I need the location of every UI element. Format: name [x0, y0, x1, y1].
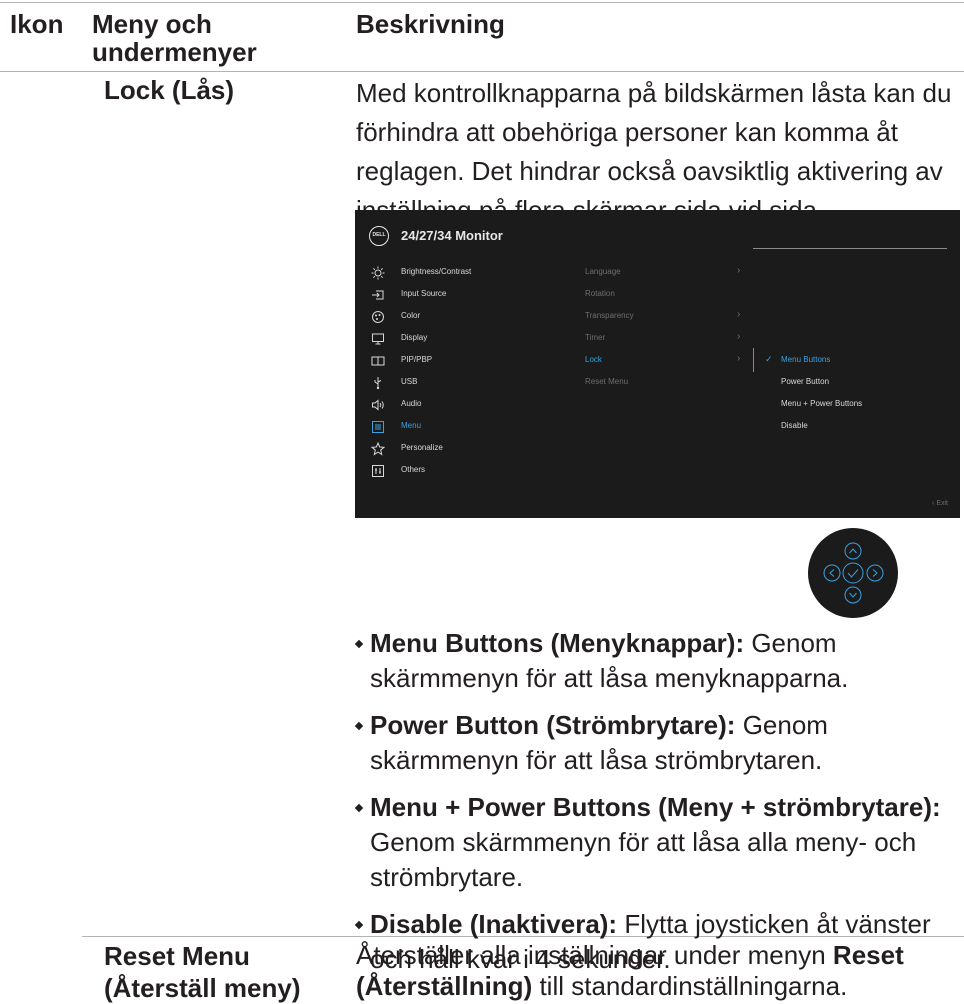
osd-main-item[interactable]: Personalize	[355, 440, 595, 462]
osd-main-label: Input Source	[401, 289, 447, 298]
osd-title: 24/27/34 Monitor	[401, 228, 503, 243]
osd-sub-item[interactable]: Transparency ›	[585, 308, 745, 330]
osd-sub-item[interactable]: Language ›	[585, 264, 745, 286]
osd-main-label: Display	[401, 333, 428, 342]
osd-lock-option-label: Power Button	[781, 377, 830, 386]
usb-icon	[374, 377, 382, 390]
osd-main-label: Personalize	[401, 443, 443, 452]
header-description-column: Beskrivning	[356, 9, 505, 39]
osd-main-label: Audio	[401, 399, 422, 408]
osd-main-label: USB	[401, 377, 418, 386]
osd-sub-label: Language	[585, 267, 621, 276]
reset-description: Återställer alla inställningar under men…	[356, 940, 956, 1002]
osd-lock-option-selected[interactable]: ✓ Menu Buttons	[761, 352, 951, 374]
osd-main-label: Brightness/Contrast	[401, 267, 472, 276]
osd-sub-item[interactable]: Reset Menu	[585, 374, 745, 396]
reset-text-before: Återställer alla inställningar under men…	[356, 940, 833, 970]
joystick-icon	[823, 542, 884, 604]
input-source-icon	[372, 290, 384, 300]
osd-main-item-selected[interactable]: Menu	[355, 418, 595, 440]
chevron-right-icon: ›	[737, 331, 741, 342]
osd-sub-label: Reset Menu	[585, 377, 629, 386]
osd-sub-item[interactable]: Timer ›	[585, 330, 745, 352]
osd-top-line	[753, 248, 947, 249]
list-item: Menu + Power Buttons (Meny + strömbrytar…	[354, 790, 964, 895]
header-menu-column: Meny och undermenyer	[92, 9, 257, 67]
osd-main-item[interactable]: USB	[355, 374, 595, 396]
display-icon	[372, 333, 384, 345]
lock-options-list: Menu Buttons (Menyknappar): Genom skärmm…	[354, 626, 964, 989]
osd-main-item[interactable]: PIP/PBP	[355, 352, 595, 374]
list-item: Menu Buttons (Menyknappar): Genom skärmm…	[354, 626, 964, 696]
osd-main-item[interactable]: Others	[355, 462, 595, 484]
osd-sub-label: Timer	[585, 333, 606, 342]
lock-description: Med kontrollknapparna på bildskärmen lås…	[356, 78, 952, 225]
osd-main-item[interactable]: Color	[355, 308, 595, 330]
check-icon: ✓	[765, 354, 773, 364]
osd-lock-option-label: Menu + Power Buttons	[781, 399, 863, 408]
bullet-diamond-icon	[354, 803, 364, 813]
joystick-diagram	[808, 528, 898, 618]
osd-main-item[interactable]: Display	[355, 330, 595, 352]
table-top-rule	[0, 2, 964, 3]
pip-pbp-icon	[371, 356, 385, 366]
osd-sub-label: Lock	[585, 355, 602, 364]
bullet-diamond-icon	[354, 639, 364, 649]
osd-lock-option[interactable]: Disable	[761, 418, 951, 440]
option-name: Menu Buttons (Menyknappar):	[370, 628, 745, 658]
chevron-right-icon: ›	[737, 353, 741, 364]
osd-main-label: Others	[401, 465, 426, 474]
others-icon	[372, 465, 384, 477]
osd-lock-option-label: Disable	[781, 421, 808, 430]
audio-icon	[372, 399, 384, 411]
osd-lock-option[interactable]: Menu + Power Buttons	[761, 396, 951, 418]
osd-sub-item-selected[interactable]: Lock ›	[585, 352, 745, 374]
menu-icon	[372, 421, 384, 433]
option-name: Disable (Inaktivera):	[370, 909, 618, 939]
list-item: Power Button (Strömbrytare): Genom skärm…	[354, 708, 964, 778]
osd-exit-label: Exit	[936, 500, 948, 507]
bullet-diamond-icon	[354, 920, 364, 930]
header-icon-column: Ikon	[10, 9, 64, 39]
header-bottom-rule	[0, 71, 964, 72]
option-name: Power Button (Strömbrytare):	[370, 710, 736, 740]
osd-main-item[interactable]: Input Source	[355, 286, 595, 308]
osd-sub-label: Rotation	[585, 289, 615, 298]
osd-screenshot: DELL 24/27/34 Monitor Brightness/Contras…	[355, 210, 960, 518]
osd-main-label: Menu	[401, 421, 422, 430]
bullet-diamond-icon	[354, 721, 364, 731]
option-description: Genom skärmmenyn för att låsa alla meny-…	[370, 827, 917, 892]
osd-selection-bar	[753, 348, 754, 372]
personalize-icon	[371, 442, 385, 456]
osd-exit-button[interactable]: ‹ Exit	[932, 500, 948, 507]
osd-main-label: Color	[401, 311, 421, 320]
osd-lock-option-label: Menu Buttons	[781, 355, 831, 364]
dell-logo: DELL	[369, 226, 389, 246]
brightness-icon	[371, 266, 385, 280]
osd-main-label: PIP/PBP	[401, 355, 433, 364]
reset-menu-name: Reset Menu (Återställ meny)	[104, 941, 301, 1003]
osd-lock-option[interactable]: Power Button	[761, 374, 951, 396]
osd-main-item[interactable]: Brightness/Contrast	[355, 264, 595, 286]
chevron-right-icon: ›	[737, 309, 741, 320]
color-icon	[372, 311, 384, 323]
reset-text-after: till standardinställningarna.	[532, 971, 848, 1001]
lock-menu-name: Lock (Lås)	[104, 75, 235, 105]
osd-main-item[interactable]: Audio	[355, 396, 595, 418]
chevron-right-icon: ›	[737, 265, 741, 276]
option-name: Menu + Power Buttons (Meny + strömbrytar…	[370, 792, 941, 822]
osd-sub-label: Transparency	[585, 311, 634, 320]
osd-sub-item[interactable]: Rotation	[585, 286, 745, 308]
